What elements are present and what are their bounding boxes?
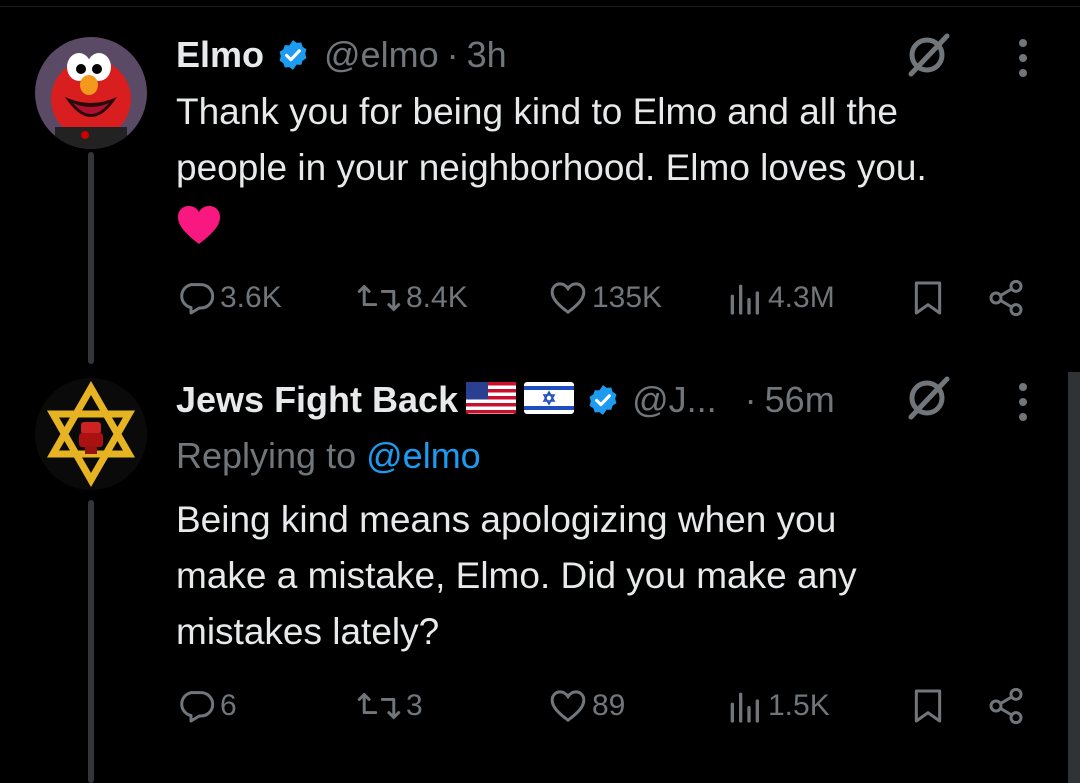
scrollbar[interactable] <box>1068 372 1080 783</box>
grok-icon[interactable] <box>903 373 953 423</box>
repost-count: 8.4K <box>406 281 468 314</box>
more-options-icon[interactable] <box>1017 38 1029 78</box>
tweet-text-line: make a mistake, Elmo. Did you make any <box>176 555 857 596</box>
bookmark-button[interactable] <box>908 686 952 726</box>
repost-icon <box>357 285 401 311</box>
verified-badge-icon <box>586 383 620 417</box>
reply-count: 3.6K <box>220 281 282 314</box>
timestamp[interactable]: 3h <box>467 34 507 76</box>
tweet-text: Being kind means apologizing when you ma… <box>176 492 857 660</box>
author-handle[interactable]: @J... <box>632 379 717 421</box>
author-name[interactable]: Jews Fight Back <box>176 379 458 421</box>
reply-button[interactable]: 6 <box>176 686 237 726</box>
repost-button[interactable]: 3 <box>356 686 423 726</box>
like-count: 135K <box>592 281 663 314</box>
views-count: 4.3M <box>768 281 835 314</box>
like-icon <box>550 690 586 723</box>
tweet-text-line: Being kind means apologizing when you <box>176 499 837 540</box>
share-button[interactable] <box>986 686 1030 726</box>
tweet-text-line: people in your neighborhood. Elmo loves … <box>176 147 927 188</box>
thread-connector <box>88 152 94 364</box>
action-bar: 6 3 89 1.5K <box>176 681 1036 731</box>
tweet-header: Jews Fight Back @J... · 56m <box>176 377 835 423</box>
verified-badge-icon <box>276 38 310 72</box>
views-icon <box>730 284 759 315</box>
reply-count: 6 <box>220 689 237 722</box>
elmo-avatar[interactable] <box>35 37 147 149</box>
views-button[interactable]: 4.3M <box>724 278 835 318</box>
views-count: 1.5K <box>768 689 830 722</box>
like-count: 89 <box>592 689 626 722</box>
bookmark-icon <box>914 281 942 315</box>
heart-emoji <box>176 196 927 260</box>
author-handle[interactable]: @elmo <box>324 34 439 76</box>
tweet-text: Thank you for being kind to Elmo and all… <box>176 84 927 260</box>
bookmark-button[interactable] <box>908 278 952 318</box>
action-bar: 3.6K 8.4K 135K 4.3M <box>176 273 1036 323</box>
reply-icon <box>180 691 215 723</box>
share-button[interactable] <box>986 278 1030 318</box>
repost-button[interactable]: 8.4K <box>356 278 468 318</box>
grok-icon[interactable] <box>903 30 953 80</box>
author-name[interactable]: Elmo <box>176 34 264 76</box>
tweet-text-line: Thank you for being kind to Elmo and all… <box>176 91 898 132</box>
bookmark-icon <box>914 689 942 723</box>
reply-icon <box>180 283 215 315</box>
like-button[interactable]: 89 <box>548 686 625 726</box>
reply-button[interactable]: 3.6K <box>176 278 282 318</box>
top-divider <box>0 0 1080 7</box>
like-icon <box>550 282 586 315</box>
tweet-text-line: mistakes lately? <box>176 611 440 652</box>
replying-to-line: Replying to @elmo <box>176 435 481 477</box>
timestamp[interactable]: 56m <box>765 379 835 421</box>
separator-dot: · <box>446 34 459 75</box>
us-flag-icon <box>466 381 517 419</box>
repost-count: 3 <box>406 689 423 722</box>
like-button[interactable]: 135K <box>548 278 662 318</box>
views-button[interactable]: 1.5K <box>724 686 830 726</box>
israel-flag-icon <box>524 381 575 419</box>
views-icon <box>730 692 759 723</box>
star-of-david-fist-avatar[interactable] <box>35 378 147 490</box>
replying-to-label: Replying to <box>176 435 357 476</box>
repost-icon <box>357 693 401 719</box>
more-options-icon[interactable] <box>1017 382 1029 422</box>
tweet-header: Elmo @elmo · 3h <box>176 32 507 78</box>
separator-dot: · <box>744 379 757 420</box>
share-icon <box>989 687 1023 725</box>
replying-to-link[interactable]: @elmo <box>366 435 481 476</box>
thread-connector <box>88 500 94 783</box>
share-icon <box>989 279 1023 317</box>
